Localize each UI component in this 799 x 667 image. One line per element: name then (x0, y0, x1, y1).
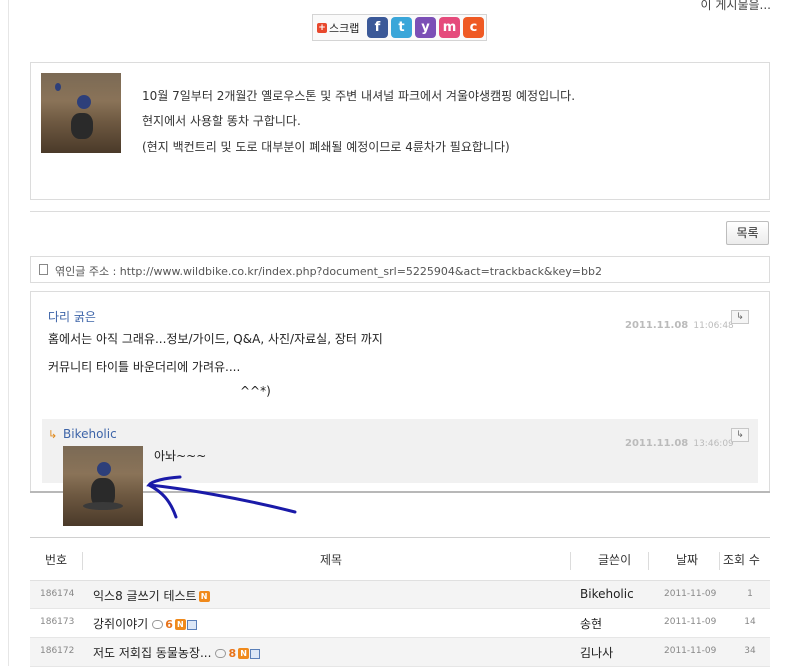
twitter-icon[interactable]: t (391, 17, 412, 38)
reply-button[interactable]: ↳ (731, 310, 749, 324)
table-row[interactable]: 186172 저도 저회집 동물농장... 8 N 김나사 2011-11-09 3… (30, 638, 770, 667)
left-border (8, 0, 9, 666)
post-author[interactable]: Bikeholic (580, 587, 634, 601)
scrap-button[interactable]: 스크랩 (329, 20, 359, 36)
post-line: 현지에서 사용할 똥차 구합니다. (142, 114, 301, 128)
comment-photo (63, 446, 143, 526)
post-title-cell[interactable]: 저도 저회집 동물농장... 8 N (93, 644, 261, 661)
post-title[interactable]: 저도 저회집 동물농장... (93, 646, 211, 660)
comment-author[interactable]: Bikeholic (63, 427, 117, 441)
reply-arrow-icon: ↳ (48, 428, 58, 441)
post-title-cell[interactable]: 익스8 글쓰기 테스트 N (93, 587, 210, 604)
post-author[interactable]: 송현 (580, 615, 602, 632)
post-line: 10월 7일부터 2개월간 옐로우스톤 및 주변 내셔널 파크에서 겨울야생캠핑… (142, 89, 576, 103)
comment-text: 아놔~~~ (154, 449, 207, 463)
post-number: 186172 (40, 646, 75, 656)
scrap-plus-icon[interactable]: + (317, 23, 327, 33)
post-date: 2011-11-09 (664, 617, 717, 627)
new-badge: N (238, 648, 250, 659)
comment-text: ^^*) (240, 384, 271, 398)
post-views: 14 (744, 617, 756, 627)
file-icon (250, 648, 261, 659)
divider (30, 211, 770, 212)
comment-timestamp: 2011.11.08 13:46:09 (625, 438, 734, 449)
comment-count: 6 (165, 618, 173, 631)
cyworld-icon[interactable]: c (463, 17, 484, 38)
post-number: 186174 (40, 589, 75, 599)
post-author[interactable]: 김나사 (580, 644, 613, 661)
column-header-no: 번호 (45, 553, 68, 567)
facebook-icon[interactable]: f (367, 17, 388, 38)
post-photo (41, 73, 121, 153)
scrap-bar: + 스크랩 f t y m c (312, 14, 487, 41)
comment-bubble-icon (152, 620, 164, 629)
file-icon (186, 619, 197, 630)
post-views: 34 (744, 646, 756, 656)
column-header-title: 제목 (320, 553, 343, 567)
new-badge: N (198, 591, 210, 602)
column-header-author: 글쓴이 (598, 553, 632, 567)
post-title[interactable]: 강쥐이야기 (93, 617, 148, 631)
trackback-url[interactable]: 엮인글 주소 : http://www.wildbike.co.kr/index… (55, 263, 602, 279)
post-title-cell[interactable]: 강쥐이야기 6 N (93, 615, 197, 632)
new-badge: N (174, 619, 186, 630)
me2day-icon[interactable]: m (439, 17, 460, 38)
post-line: (현지 백컨트리 및 도로 대부분이 폐쇄될 예정이므로 4륜차가 필요합니다) (142, 140, 510, 154)
comment-count: 8 (228, 647, 237, 660)
trackback-box: 엮인글 주소 : http://www.wildbike.co.kr/index… (30, 256, 770, 283)
list-button[interactable]: 목록 (726, 221, 769, 245)
table-row[interactable]: 186173 강쥐이야기 6 N 송현 2011-11-09 14 (30, 609, 770, 638)
post-title[interactable]: 익스8 글쓰기 테스트 (93, 589, 197, 603)
yozm-icon[interactable]: y (415, 17, 436, 38)
post-views: 1 (747, 589, 753, 599)
document-icon (39, 264, 48, 275)
comment-author[interactable]: 다리 굵은 (48, 308, 96, 325)
post-body: 10월 7일부터 2개월간 옐로우스톤 및 주변 내셔널 파크에서 겨울야생캠핑… (30, 62, 770, 200)
comment-bubble-icon (215, 649, 227, 658)
column-header-date: 날짜 (676, 553, 699, 567)
post-date: 2011-11-09 (664, 589, 717, 599)
post-number: 186173 (40, 617, 75, 627)
reply-button[interactable]: ↳ (731, 428, 749, 442)
annotation-arrow (146, 475, 297, 519)
table-row[interactable]: 186174 익스8 글쓰기 테스트 N Bikeholic 2011-11-09… (30, 580, 770, 609)
comment-text: 홈에서는 아직 그래유...정보/가이드, Q&A, 사진/자료실, 장터 까지 (48, 332, 383, 346)
post-date: 2011-11-09 (664, 646, 717, 656)
top-truncated-text: 이 게시물을... (700, 0, 771, 12)
column-header-views: 조회 수 (723, 553, 760, 567)
comment-text: 커뮤니티 타이틀 바운더리에 가려유.... (48, 360, 241, 374)
comment-timestamp: 2011.11.08 11:06:48 (625, 320, 734, 331)
board-table: 번호 제목 글쓴이 날짜 조회 수 186174 익스8 글쓰기 테스트 N Bi… (30, 537, 770, 667)
